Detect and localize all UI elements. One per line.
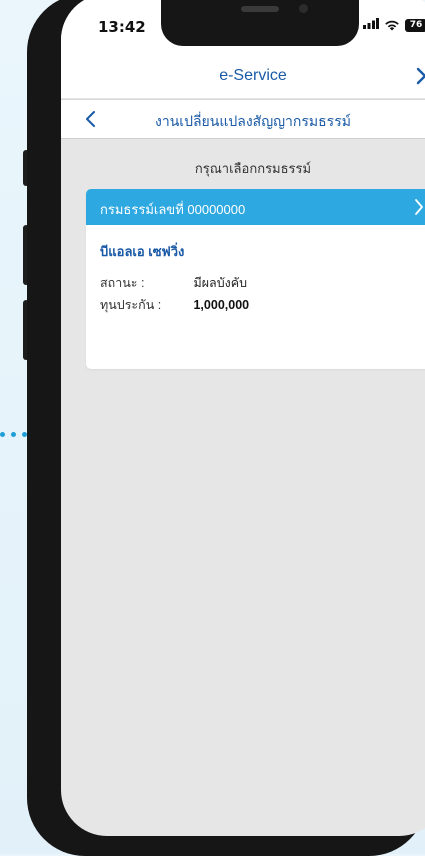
policy-card[interactable]: กรมธรรม์เลขที่ 00000000 บีแอลเอ เซฟวิ่ง …: [86, 189, 425, 369]
status-icons: 76: [363, 18, 425, 32]
sum-insured-row: ทุนประกัน : 1,000,000: [100, 295, 249, 315]
status-bar: 13:42 76: [61, 0, 425, 54]
close-icon[interactable]: [415, 66, 425, 86]
policy-number-row: กรมธรรม์เลขที่ 00000000: [100, 199, 245, 220]
chevron-right-icon[interactable]: [414, 199, 424, 215]
sum-insured-label: ทุนประกัน :: [100, 298, 162, 312]
sub-header: งานเปลี่ยนแปลงสัญญากรมธรรม์: [61, 99, 425, 139]
status-label: สถานะ :: [100, 276, 145, 290]
status-row: สถานะ : มีผลบังคับ: [100, 273, 247, 293]
wifi-icon: [385, 20, 399, 31]
policy-card-header[interactable]: กรมธรรม์เลขที่ 00000000: [86, 189, 425, 225]
status-value: มีผลบังคับ: [193, 276, 248, 290]
status-time: 13:42: [98, 18, 146, 36]
app-header: e-Service: [61, 54, 425, 98]
camera: [299, 4, 308, 13]
decorative-dots: [0, 432, 27, 437]
policy-number-label: กรมธรรม์เลขที่: [100, 202, 184, 217]
product-name: บีแอลเอ เซฟวิ่ง: [100, 244, 185, 259]
signal-icon: [363, 18, 379, 32]
section-title: งานเปลี่ยนแปลงสัญญากรมธรรม์: [155, 113, 351, 129]
sum-insured-value: 1,000,000: [193, 298, 250, 312]
policy-number: 00000000: [187, 202, 246, 217]
instruction-text: กรุณาเลือกกรมธรรม์: [194, 161, 312, 176]
notch: [161, 0, 359, 46]
battery-icon: 76: [405, 18, 425, 32]
page-title: e-Service: [219, 67, 287, 84]
phone-screen: 13:42 76 e-Service งานเปลี่ยนแปลงสัญญากร…: [61, 0, 425, 836]
speaker: [241, 6, 279, 12]
phone-frame: 13:42 76 e-Service งานเปลี่ยนแปลงสัญญากร…: [27, 0, 425, 856]
